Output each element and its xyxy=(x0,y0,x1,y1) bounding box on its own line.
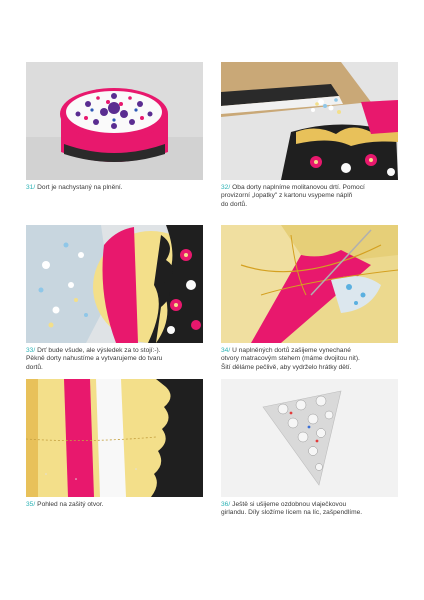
step-32-photo xyxy=(221,62,398,180)
step-text: Ještě si ušijeme ozdobnou vlaječkovou gi… xyxy=(221,501,363,517)
sewn-opening-image xyxy=(26,379,203,497)
step-number: 35/ xyxy=(26,501,36,508)
step-text: Pohled na zašitý otvor. xyxy=(37,501,104,508)
step-32: 32/Oba dorty naplníme molitanovou drtí. … xyxy=(221,62,398,209)
fabric-cake-image xyxy=(26,62,203,180)
step-number: 34/ xyxy=(221,347,231,354)
step-33: 33/Drť bude všude, ale výsledek za to st… xyxy=(26,225,203,372)
step-number: 33/ xyxy=(26,347,36,354)
step-32-caption: 32/Oba dorty naplníme molitanovou drtí. … xyxy=(221,184,398,209)
step-33-photo xyxy=(26,225,203,343)
step-number: 32/ xyxy=(221,184,231,191)
bunting-flag-image xyxy=(221,379,398,497)
sewing-stitch-image xyxy=(221,225,398,343)
instruction-page: 31/Dort je nachystaný na plnění. 32/ Oba… xyxy=(0,0,424,600)
step-34-photo xyxy=(221,225,398,343)
step-text: Oba dorty naplníme molitanovou drtí. Pom… xyxy=(221,184,365,208)
step-36: 36/Ještě si ušijeme ozdobnou vlaječkovou… xyxy=(221,379,398,518)
step-35-photo xyxy=(26,379,203,497)
step-text: Dort je nachystaný na plnění. xyxy=(37,184,123,191)
step-34: 34/U naplněných dortů zašijeme vynechané… xyxy=(221,225,398,372)
step-31-caption: 31/Dort je nachystaný na plnění. xyxy=(26,184,203,192)
step-35-caption: 35/Pohled na zašitý otvor. xyxy=(26,501,203,509)
step-text: Drť bude všude, ale výsledek za to stojí… xyxy=(26,347,163,371)
filled-cake-image xyxy=(26,225,203,343)
step-text: U naplněných dortů zašijeme vynechané ot… xyxy=(221,347,360,371)
step-35: 35/Pohled na zašitý otvor. xyxy=(26,379,203,509)
cardboard-scoop-image xyxy=(221,62,398,180)
step-number: 31/ xyxy=(26,184,36,191)
step-36-photo xyxy=(221,379,398,497)
step-36-caption: 36/Ještě si ušijeme ozdobnou vlaječkovou… xyxy=(221,501,398,518)
step-33-caption: 33/Drť bude všude, ale výsledek za to st… xyxy=(26,347,203,372)
step-31-photo xyxy=(26,62,203,180)
step-34-caption: 34/U naplněných dortů zašijeme vynechané… xyxy=(221,347,398,372)
step-31: 31/Dort je nachystaný na plnění. xyxy=(26,62,203,192)
step-number: 36/ xyxy=(221,501,231,508)
